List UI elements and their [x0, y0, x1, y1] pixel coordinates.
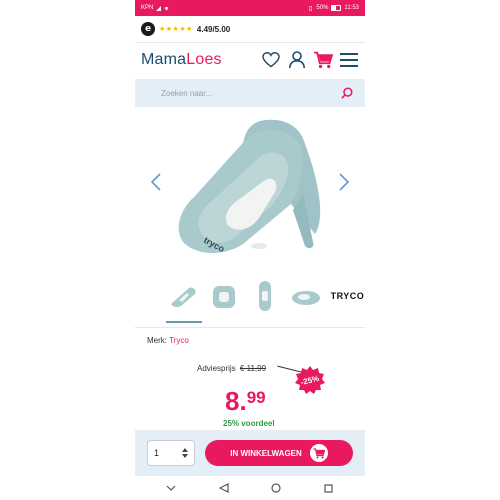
recents-square-icon[interactable] [319, 478, 339, 498]
brand-line: Merk: Tryco [147, 336, 189, 345]
quantity-select[interactable]: 1 [147, 440, 195, 466]
add-to-cart-bar: 1 IN WINKELWAGEN [135, 430, 365, 476]
rating-stars: ★★★★★ [159, 26, 193, 33]
next-image-arrow-icon[interactable] [337, 170, 351, 194]
menu-hamburger-icon[interactable] [339, 50, 359, 70]
thumbnail-1[interactable] [165, 278, 200, 314]
search-input[interactable] [159, 87, 341, 99]
add-to-cart-button[interactable]: IN WINKELWAGEN [205, 440, 353, 466]
back-triangle-icon[interactable] [214, 478, 234, 498]
rating-bar[interactable]: e ★★★★★ 4.49/5.00 [135, 18, 365, 40]
product-image[interactable]: tryco [165, 114, 335, 264]
cart-button-icon [309, 444, 328, 462]
home-circle-icon[interactable] [266, 478, 286, 498]
advice-price-label: Adviesprijs [197, 364, 236, 373]
thumbnail-5-brand-logo[interactable]: TRYCO [330, 278, 365, 314]
logo-part-mama: Mama [141, 51, 187, 68]
rating-score: 4.49/5.00 [196, 24, 231, 34]
discount-badge: -25% [295, 366, 325, 394]
battery-icon [331, 5, 342, 11]
current-price: 8.99 [225, 386, 266, 417]
previous-image-arrow-icon[interactable] [149, 170, 163, 194]
divider [135, 327, 365, 328]
old-price: € 11,99 [239, 364, 267, 373]
brand-label: Merk: [147, 336, 167, 345]
thumbnail-strip: TRYCO [165, 276, 365, 316]
price-integer: 8. [225, 386, 247, 416]
thumbnail-2[interactable] [206, 278, 241, 314]
price-decimals: 99 [246, 388, 266, 407]
divider [135, 42, 365, 43]
site-logo[interactable]: MamaLoes [141, 51, 222, 69]
logo-part-loes: Loes [186, 51, 222, 68]
search-icon[interactable] [341, 87, 353, 99]
status-bar: KPN 50% 11:53 [135, 0, 365, 16]
battery-percent: 50% [316, 5, 329, 11]
active-thumbnail-indicator [166, 321, 202, 323]
thumbnail-3[interactable] [247, 278, 282, 314]
advice-price: Adviesprijs € 11,99 [197, 364, 266, 373]
site-header: MamaLoes [135, 44, 365, 76]
wishlist-heart-icon[interactable] [261, 50, 281, 70]
signal-icon [156, 5, 162, 11]
search-bar [135, 79, 365, 107]
wifi-icon [164, 6, 169, 10]
trust-logo-icon: e [141, 22, 155, 36]
vibrate-icon [309, 5, 313, 11]
tryco-logo: TRYCO [330, 291, 365, 301]
savings-text: 25% voordeel [223, 419, 275, 428]
carrier-label: KPN [141, 5, 154, 11]
shopping-cart-icon[interactable] [313, 50, 333, 70]
phone-screen: KPN 50% 11:53 e ★★★★★ 4.49/5.00 MamaLoes [135, 0, 365, 500]
thumbnail-4[interactable] [289, 278, 324, 314]
hide-keyboard-chevron-icon[interactable] [161, 478, 181, 498]
add-to-cart-label: IN WINKELWAGEN [230, 448, 302, 458]
product-image-carousel: tryco [135, 110, 365, 270]
quantity-value: 1 [154, 448, 160, 458]
brand-link[interactable]: Tryco [169, 336, 189, 345]
select-arrows-icon [182, 448, 188, 458]
account-user-icon[interactable] [287, 50, 307, 70]
clock: 11:53 [344, 5, 359, 11]
android-nav-bar [135, 476, 365, 500]
